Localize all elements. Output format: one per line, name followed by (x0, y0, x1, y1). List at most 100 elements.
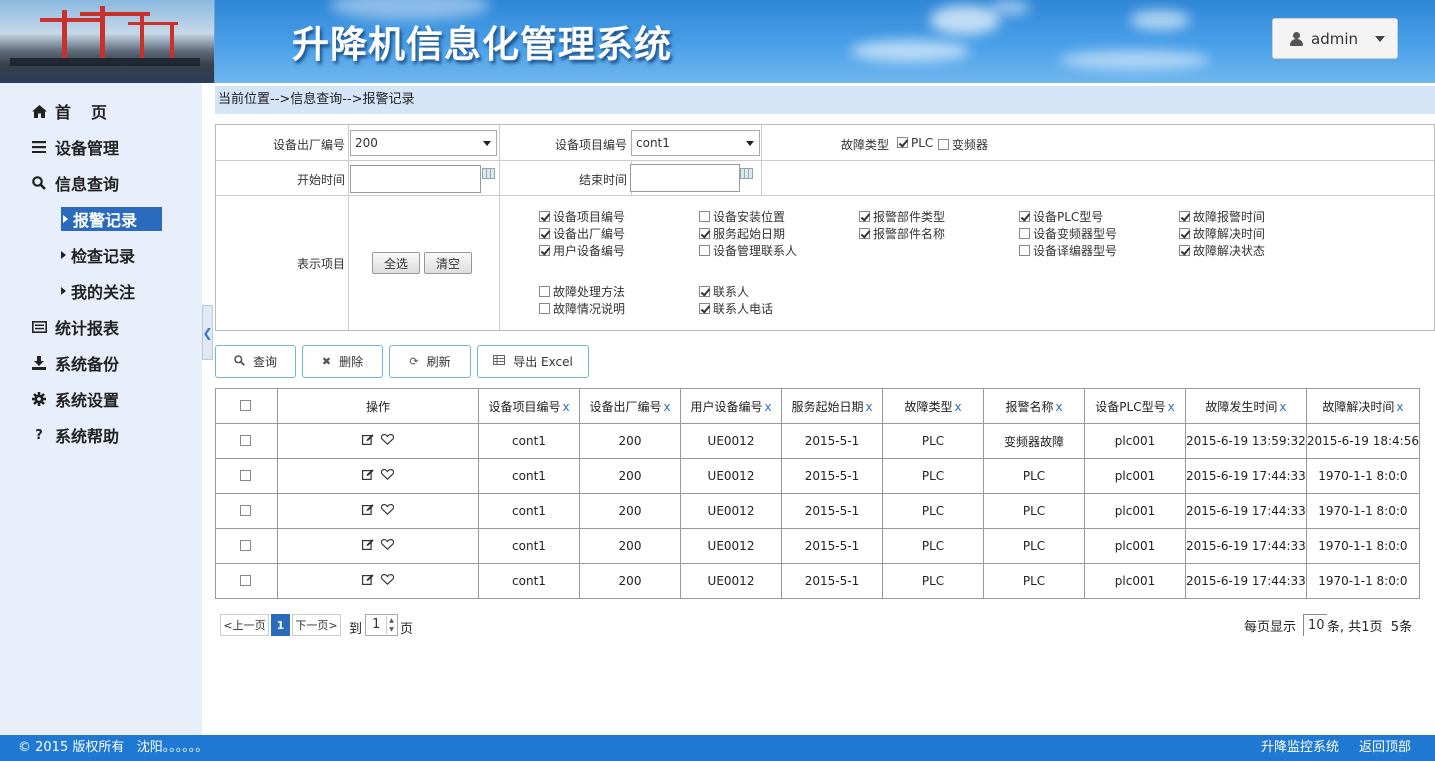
checkbox[interactable] (859, 228, 870, 239)
checkbox[interactable] (1179, 228, 1190, 239)
column-checkbox[interactable]: 设备管理联系人 (699, 242, 797, 259)
page-number-current[interactable]: 1 (271, 614, 290, 636)
row-select[interactable] (215, 493, 278, 529)
column-checkbox[interactable]: 故障情况说明 (539, 300, 625, 317)
sidebar-subitem-my-follows[interactable]: 我的关注 (61, 279, 135, 303)
export-excel-button[interactable]: 导出 Excel (477, 345, 589, 378)
sidebar-subitem-alarm-records[interactable]: 报警记录 (61, 207, 162, 231)
serial-number-select[interactable]: 200 (350, 130, 497, 156)
edit-icon[interactable] (362, 434, 374, 445)
column-checkbox[interactable]: 故障处理方法 (539, 283, 625, 300)
sidebar-item-devices[interactable]: 设备管理 (31, 135, 119, 159)
checkbox[interactable] (539, 228, 550, 239)
column-header[interactable]: 故障解决时间 x (1305, 388, 1421, 424)
remove-column-icon[interactable]: x (1168, 400, 1175, 414)
checkbox[interactable] (699, 211, 710, 222)
edit-icon[interactable] (362, 469, 374, 480)
fault-type-inverter-checkbox[interactable]: 变频器 (938, 136, 988, 153)
row-select[interactable] (215, 423, 278, 459)
select-all-rows[interactable] (215, 388, 278, 424)
remove-column-icon[interactable]: x (1396, 400, 1403, 414)
checkbox[interactable] (539, 303, 550, 314)
column-checkbox[interactable]: 用户设备编号 (539, 242, 625, 259)
calendar-icon[interactable] (482, 168, 495, 179)
column-checkbox[interactable]: 服务起始日期 (699, 225, 785, 242)
column-checkbox[interactable]: 报警部件类型 (859, 208, 945, 225)
checkbox[interactable] (1179, 211, 1190, 222)
remove-column-icon[interactable]: x (1055, 400, 1062, 414)
query-button[interactable]: 查询 (215, 345, 296, 378)
start-time-input[interactable] (350, 165, 481, 193)
sidebar-collapse-toggle[interactable]: ❮ (202, 305, 213, 360)
sidebar-subitem-check-records[interactable]: 检查记录 (61, 243, 135, 267)
column-checkbox[interactable]: 故障解决时间 (1179, 225, 1265, 242)
checkbox[interactable] (239, 400, 251, 411)
goto-page-input[interactable]: 1 ▲ ▼ (365, 614, 398, 636)
column-header[interactable]: 服务起始日期 x (781, 388, 883, 424)
user-menu-button[interactable]: admin (1272, 18, 1398, 59)
column-checkbox[interactable]: 设备变频器型号 (1019, 225, 1117, 242)
table-row[interactable]: cont1 200 UE0012 2015-5-1 PLC PLC plc001 2015-6… (215, 458, 1421, 494)
checkbox[interactable] (239, 575, 251, 586)
checkbox[interactable] (699, 245, 710, 256)
sidebar-item-help[interactable]: ? 系统帮助 (31, 423, 119, 447)
sidebar-item-query[interactable]: 信息查询 (31, 171, 119, 195)
select-all-button[interactable]: 全选 (372, 252, 420, 274)
checkbox[interactable] (539, 245, 550, 256)
column-checkbox[interactable]: 设备项目编号 (539, 208, 625, 225)
column-checkbox[interactable]: 设备译编器型号 (1019, 242, 1117, 259)
delete-button[interactable]: ✖ 删除 (302, 345, 383, 378)
row-select[interactable] (215, 528, 278, 564)
heart-icon[interactable] (381, 539, 394, 550)
fault-type-plc-checkbox[interactable]: PLC (897, 136, 933, 150)
clear-button[interactable]: 清空 (424, 252, 472, 274)
checkbox[interactable] (539, 211, 550, 222)
checkbox[interactable] (1019, 211, 1030, 222)
remove-column-icon[interactable]: x (954, 400, 961, 414)
column-header[interactable]: 报警名称 x (983, 388, 1085, 424)
checkbox[interactable] (699, 286, 710, 297)
remove-column-icon[interactable]: x (764, 400, 771, 414)
column-checkbox[interactable]: 设备出厂编号 (539, 225, 625, 242)
table-row[interactable]: cont1 200 UE0012 2015-5-1 PLC 变频器故障 plc001 2015… (215, 423, 1421, 459)
column-checkbox[interactable]: 故障报警时间 (1179, 208, 1265, 225)
heart-icon[interactable] (381, 574, 394, 585)
prev-page-button[interactable]: <上一页 (220, 614, 269, 636)
checkbox[interactable] (699, 303, 710, 314)
column-checkbox[interactable]: 故障解决状态 (1179, 242, 1265, 259)
project-number-select[interactable]: cont1 (631, 130, 760, 156)
checkbox[interactable] (699, 228, 710, 239)
row-select[interactable] (215, 563, 278, 599)
per-page-input[interactable]: 10 (1303, 614, 1327, 636)
spinner-arrows-icon[interactable]: ▲ ▼ (386, 616, 396, 634)
sidebar-item-backup[interactable]: 系统备份 (31, 351, 119, 375)
column-checkbox[interactable]: 设备PLC型号 (1019, 208, 1103, 225)
checkbox[interactable] (859, 211, 870, 222)
column-header[interactable]: 用户设备编号 x (680, 388, 782, 424)
remove-column-icon[interactable]: x (1279, 400, 1286, 414)
checkbox[interactable] (539, 286, 550, 297)
table-row[interactable]: cont1 200 UE0012 2015-5-1 PLC PLC plc001 2015-6… (215, 493, 1421, 529)
sidebar-item-reports[interactable]: 统计报表 (31, 315, 119, 339)
table-row[interactable]: cont1 200 UE0012 2015-5-1 PLC PLC plc001 2015-6… (215, 563, 1421, 599)
column-checkbox[interactable]: 报警部件名称 (859, 225, 945, 242)
refresh-button[interactable]: ⟳ 刷新 (389, 345, 471, 378)
calendar-icon[interactable] (740, 168, 753, 179)
sidebar-item-settings[interactable]: 系统设置 (31, 387, 119, 411)
remove-column-icon[interactable]: x (865, 400, 872, 414)
checkbox[interactable] (239, 435, 251, 446)
column-header[interactable]: 故障类型 x (882, 388, 984, 424)
table-row[interactable]: cont1 200 UE0012 2015-5-1 PLC PLC plc001 2015-6… (215, 528, 1421, 564)
remove-column-icon[interactable]: x (562, 400, 569, 414)
remove-column-icon[interactable]: x (663, 400, 670, 414)
column-header[interactable]: 设备项目编号 x (478, 388, 580, 424)
back-to-top-link[interactable]: 返回顶部 (1359, 735, 1411, 761)
heart-icon[interactable] (381, 469, 394, 480)
checkbox[interactable] (1019, 245, 1030, 256)
checkbox[interactable] (1019, 228, 1030, 239)
edit-icon[interactable] (362, 574, 374, 585)
checkbox[interactable] (1179, 245, 1190, 256)
edit-icon[interactable] (362, 539, 374, 550)
edit-icon[interactable] (362, 504, 374, 515)
column-header[interactable]: 故障发生时间 x (1185, 388, 1307, 424)
